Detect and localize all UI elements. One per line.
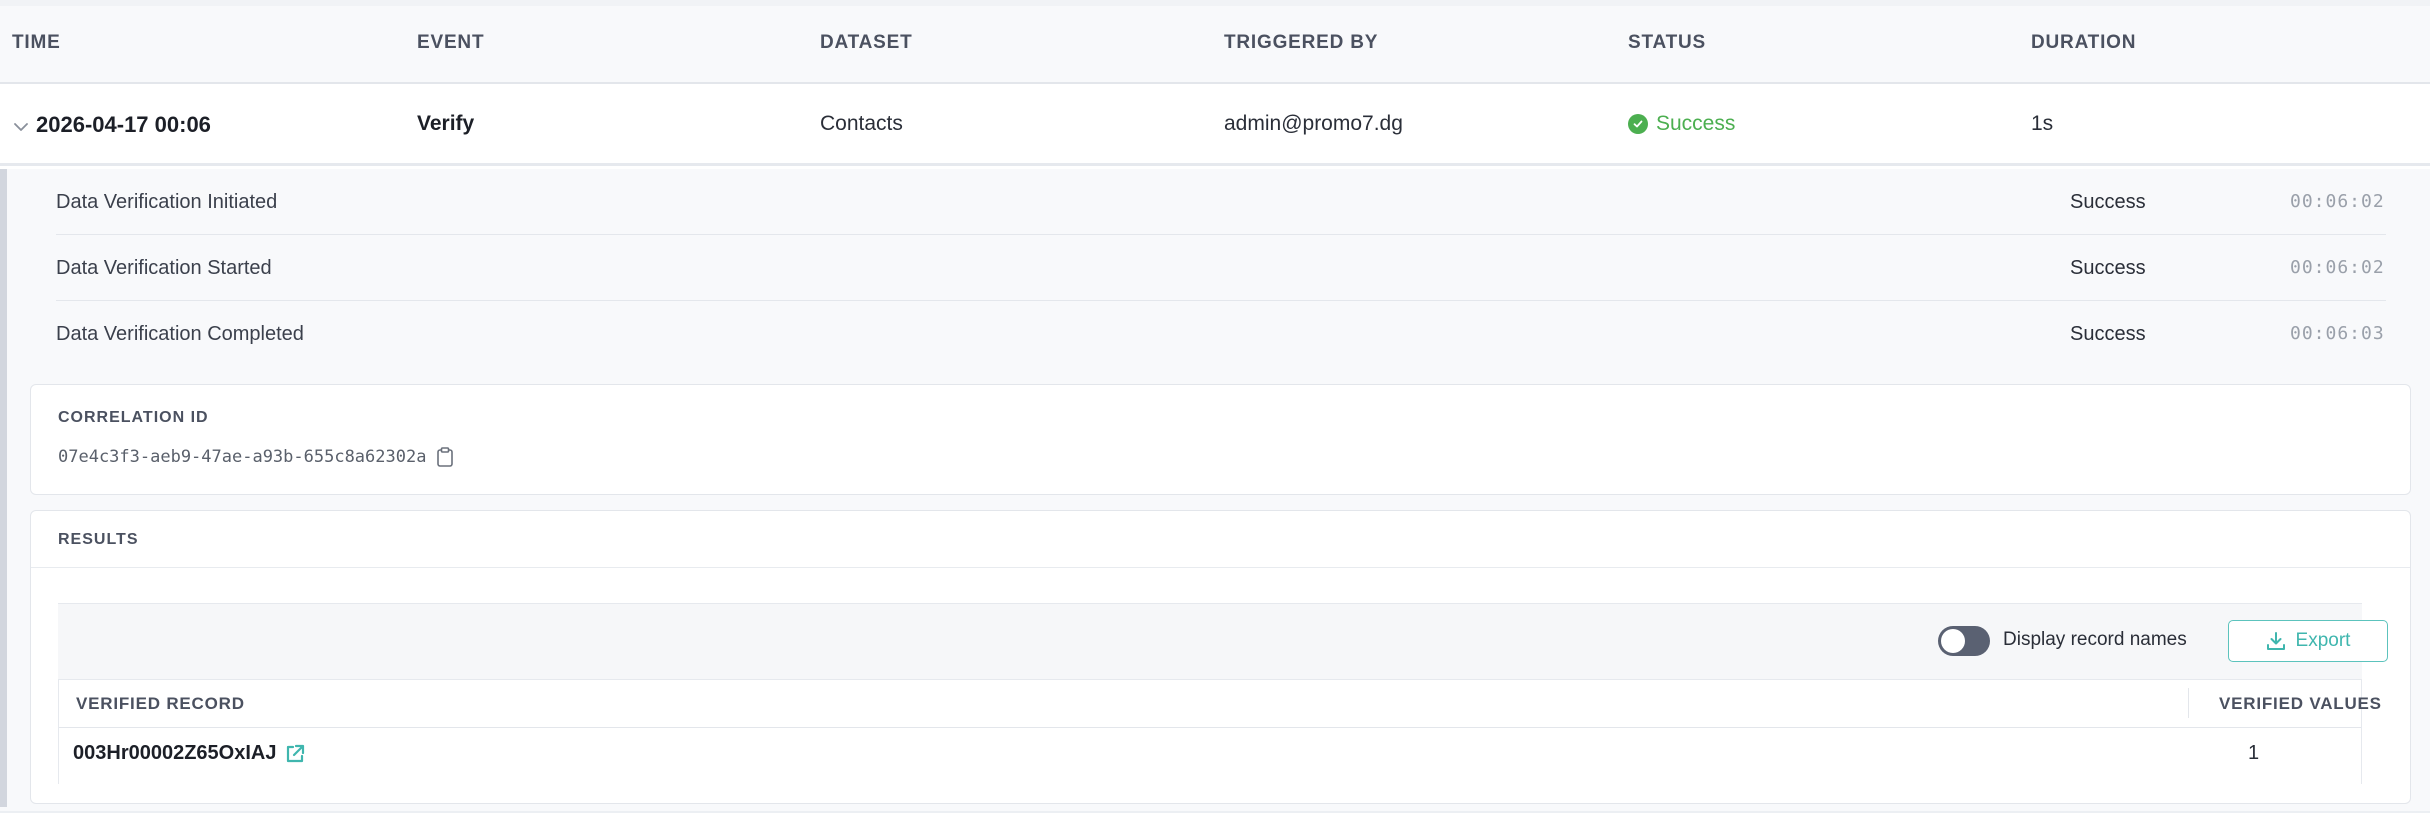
- row-time: 2026-04-17 00:06: [36, 112, 211, 137]
- clipboard-icon[interactable]: [436, 447, 454, 467]
- correlation-id-value: 07e4c3f3-aeb9-47ae-a93b-655c8a62302a: [58, 447, 427, 467]
- row-duration: 1s: [2031, 112, 2054, 135]
- table-row[interactable]: 2026-04-17 00:06 Verify Contacts admin@p…: [0, 84, 2430, 166]
- step-row: Data Verification Started Success 00:06:…: [56, 235, 2386, 301]
- verified-record-id: 003Hr00002Z65OxIAJ: [73, 742, 277, 764]
- verified-record-link[interactable]: 003Hr00002Z65OxIAJ: [73, 742, 306, 765]
- column-header-status[interactable]: STATUS: [1628, 32, 1706, 54]
- column-header-dataset[interactable]: DATASET: [820, 32, 913, 54]
- row-event: Verify: [417, 112, 475, 135]
- step-status: Success: [2070, 323, 2146, 345]
- step-time: 00:06:02: [2290, 191, 2385, 212]
- expanded-indicator-bar: [0, 169, 7, 807]
- export-button[interactable]: Export: [2228, 620, 2388, 662]
- correlation-card: CORRELATION ID 07e4c3f3-aeb9-47ae-a93b-6…: [30, 384, 2411, 495]
- column-header-verified-values[interactable]: VERIFIED VALUES: [2219, 694, 2382, 714]
- results-table: VERIFIED RECORD VERIFIED VALUES 003Hr000…: [58, 679, 2381, 784]
- download-icon: [2266, 632, 2285, 650]
- column-header-event[interactable]: EVENT: [417, 32, 484, 54]
- bottom-border: [0, 811, 2430, 830]
- chevron-down-icon[interactable]: [12, 118, 30, 136]
- correlation-id: 07e4c3f3-aeb9-47ae-a93b-655c8a62302a: [58, 447, 454, 467]
- table-header: TIME EVENT DATASET TRIGGERED BY STATUS D…: [0, 6, 2430, 84]
- column-header-triggered-by[interactable]: TRIGGERED BY: [1224, 32, 1378, 54]
- export-label: Export: [2295, 630, 2351, 651]
- step-name: Data Verification Initiated: [56, 191, 278, 213]
- external-link-icon[interactable]: [284, 743, 306, 765]
- step-name: Data Verification Completed: [56, 323, 304, 345]
- step-status: Success: [2070, 191, 2146, 213]
- column-header-verified-record[interactable]: VERIFIED RECORD: [76, 694, 245, 714]
- status-badge: Success: [1628, 112, 1735, 136]
- toggle-knob: [1941, 629, 1965, 653]
- expanded-details: Data Verification Initiated Success 00:0…: [0, 169, 2430, 811]
- results-label: RESULTS: [58, 531, 139, 548]
- step-time: 00:06:03: [2290, 323, 2385, 344]
- results-card: RESULTS Display record names Export VERI…: [30, 510, 2411, 804]
- row-dataset: Contacts: [820, 112, 903, 135]
- results-toolbar: Display record names Export: [58, 603, 2388, 679]
- verified-values-count: 1: [2248, 742, 2260, 764]
- row-triggered-by: admin@promo7.dg: [1224, 112, 1403, 135]
- step-row: Data Verification Initiated Success 00:0…: [56, 169, 2386, 235]
- step-status: Success: [2070, 257, 2146, 279]
- check-circle-icon: [1628, 114, 1648, 134]
- column-header-time[interactable]: TIME: [12, 32, 61, 54]
- step-name: Data Verification Started: [56, 257, 272, 279]
- toggle-label: Display record names: [2003, 629, 2187, 650]
- display-record-names-toggle[interactable]: [1938, 626, 1990, 656]
- step-time: 00:06:02: [2290, 257, 2385, 278]
- divider: [31, 567, 2410, 568]
- status-text: Success: [1656, 112, 1736, 135]
- column-header-duration[interactable]: DURATION: [2031, 32, 2136, 54]
- correlation-label: CORRELATION ID: [58, 409, 209, 426]
- results-table-header: VERIFIED RECORD VERIFIED VALUES: [59, 680, 2381, 728]
- step-row: Data Verification Completed Success 00:0…: [56, 301, 2386, 367]
- column-separator: [2188, 688, 2189, 718]
